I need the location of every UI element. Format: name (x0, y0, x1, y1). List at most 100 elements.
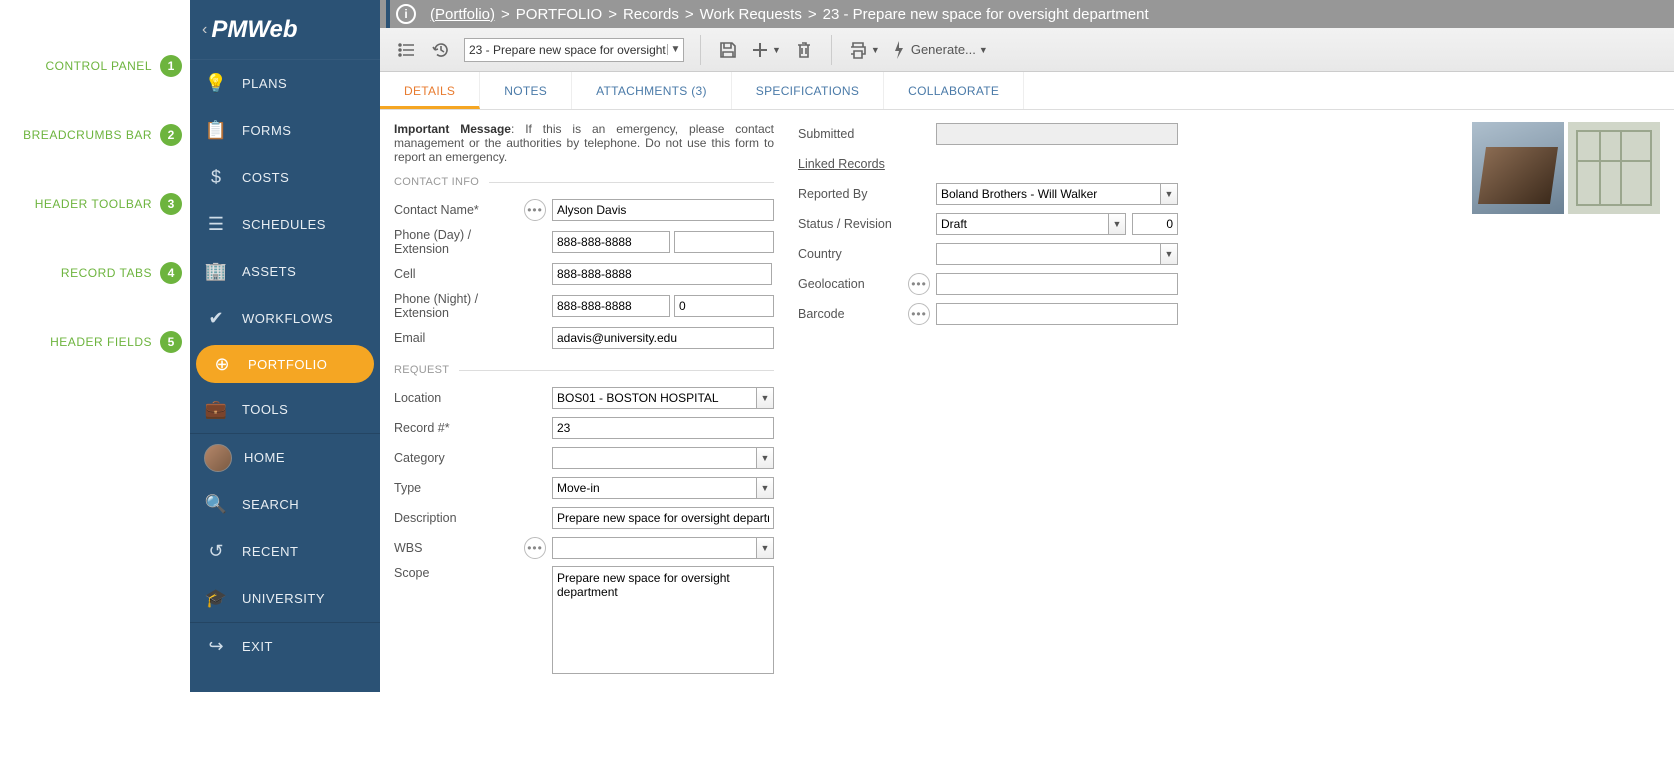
chevron-down-icon[interactable]: ▼ (756, 387, 774, 409)
sidebar-item-tools[interactable]: 💼TOOLS (190, 386, 380, 433)
label-phone-night: Phone (Night) / Extension (394, 292, 524, 320)
sidebar-item-university[interactable]: 🎓UNIVERSITY (190, 575, 380, 622)
sidebar-item-workflows[interactable]: ✔WORKFLOWS (190, 295, 380, 342)
sidebar-item-portfolio[interactable]: ⊕PORTFOLIO (196, 345, 374, 383)
picker-button[interactable]: ••• (524, 199, 546, 221)
annotation-badge: 3 (160, 193, 182, 215)
label-category: Category (394, 451, 524, 465)
tab-collaborate[interactable]: COLLABORATE (884, 72, 1024, 109)
annotation-badge: 5 (160, 331, 182, 353)
collapse-sidebar-icon[interactable]: ‹ (202, 21, 207, 39)
thumbnail-floorplan[interactable] (1568, 122, 1660, 214)
tab-notes[interactable]: NOTES (480, 72, 572, 109)
label-submitted: Submitted (798, 127, 908, 141)
revision-field[interactable] (1132, 213, 1178, 235)
briefcase-icon: 💼 (204, 398, 228, 422)
info-icon[interactable]: i (396, 4, 416, 24)
record-number-field[interactable] (552, 417, 774, 439)
chevron-down-icon[interactable]: ▼ (1108, 213, 1126, 235)
phone-day-field[interactable] (552, 231, 670, 253)
section-request: REQUEST (394, 364, 774, 376)
save-button[interactable] (711, 35, 745, 65)
picker-button[interactable]: ••• (524, 537, 546, 559)
sidebar-item-schedules[interactable]: ☰SCHEDULES (190, 201, 380, 248)
delete-button[interactable] (787, 35, 821, 65)
add-button[interactable]: ▼ (745, 35, 787, 65)
sidebar-item-plans[interactable]: 💡PLANS (190, 60, 380, 107)
chevron-down-icon[interactable]: ▼ (756, 537, 774, 559)
description-field[interactable] (552, 507, 774, 529)
annotation-label: HEADER TOOLBAR (35, 197, 152, 211)
annotation-column: CONTROL PANEL1 BREADCRUMBS BAR2 HEADER T… (0, 0, 190, 692)
label-barcode: Barcode (798, 307, 908, 321)
label-geolocation: Geolocation (798, 277, 908, 291)
category-field[interactable] (552, 447, 756, 469)
tab-attachments[interactable]: ATTACHMENTS (3) (572, 72, 732, 109)
sidebar-item-home[interactable]: HOME (190, 434, 380, 481)
label-reported-by: Reported By (798, 187, 908, 201)
chevron-down-icon[interactable]: ▼ (756, 447, 774, 469)
chevron-down-icon[interactable]: ▼ (1160, 243, 1178, 265)
sidebar-item-forms[interactable]: 📋 FORMS (190, 107, 380, 154)
barcode-field[interactable] (936, 303, 1178, 325)
generate-label: Generate... (911, 42, 976, 57)
phone-day-ext-field[interactable] (674, 231, 774, 253)
history-button[interactable] (424, 35, 458, 65)
country-field[interactable] (936, 243, 1160, 265)
sidebar-item-label: PLANS (242, 76, 287, 91)
sidebar-item-exit[interactable]: ↪EXIT (190, 623, 380, 670)
annotation-badge: 1 (160, 55, 182, 77)
cell-field[interactable] (552, 263, 772, 285)
label-status: Status / Revision (798, 217, 908, 231)
label-contact-name: Contact Name* (394, 203, 524, 217)
scope-field[interactable] (552, 566, 774, 674)
logo-text: PMWeb (211, 16, 297, 44)
picker-button[interactable]: ••• (908, 273, 930, 295)
phone-night-ext-field[interactable] (674, 295, 774, 317)
chevron-down-icon: ▼ (772, 45, 781, 55)
sidebar-item-search[interactable]: 🔍SEARCH (190, 481, 380, 528)
print-button[interactable]: ▼ (842, 35, 886, 65)
generate-button[interactable]: Generate... ▼ (886, 35, 994, 65)
sidebar-item-costs[interactable]: $COSTS (190, 154, 380, 201)
geolocation-field[interactable] (936, 273, 1178, 295)
type-field[interactable] (552, 477, 756, 499)
breadcrumb-root-link[interactable]: (Portfolio) (430, 6, 495, 23)
exit-icon: ↪ (204, 635, 228, 659)
picker-button[interactable]: ••• (908, 303, 930, 325)
clipboard-icon: 📋 (204, 119, 228, 143)
label-phone-day: Phone (Day) / Extension (394, 228, 524, 256)
thumbnail-building[interactable] (1472, 122, 1564, 214)
wbs-field[interactable] (552, 537, 756, 559)
link-linked-records[interactable]: Linked Records (798, 157, 908, 171)
edge-indicator (386, 0, 390, 28)
record-selector[interactable]: 23 - Prepare new space for oversight ▼ (464, 38, 684, 62)
annotation-badge: 4 (160, 262, 182, 284)
sidebar-item-label: HOME (244, 450, 285, 465)
sidebar-item-recent[interactable]: ↺RECENT (190, 528, 380, 575)
location-field[interactable] (552, 387, 756, 409)
dollar-icon: $ (204, 166, 228, 190)
sidebar-item-label: RECENT (242, 544, 298, 559)
email-field[interactable] (552, 327, 774, 349)
reported-by-field[interactable] (936, 183, 1160, 205)
form-content: Important Message: If this is an emergen… (380, 110, 1674, 692)
thumbnail-panel (1202, 122, 1660, 680)
label-location: Location (394, 391, 524, 405)
chevron-down-icon: ▼ (667, 44, 683, 55)
chevron-down-icon[interactable]: ▼ (1160, 183, 1178, 205)
breadcrumb-segment: Work Requests (700, 6, 802, 23)
tab-specifications[interactable]: SPECIFICATIONS (732, 72, 884, 109)
separator (700, 35, 701, 65)
contact-name-field[interactable] (552, 199, 774, 221)
breadcrumb-segment: PORTFOLIO (516, 6, 602, 23)
sidebar-item-assets[interactable]: 🏢ASSETS (190, 248, 380, 295)
phone-night-field[interactable] (552, 295, 670, 317)
chevron-down-icon[interactable]: ▼ (756, 477, 774, 499)
annotation-label: HEADER FIELDS (50, 335, 152, 349)
tab-details[interactable]: DETAILS (380, 72, 480, 109)
list-view-button[interactable] (390, 35, 424, 65)
avatar (204, 444, 232, 472)
status-field[interactable] (936, 213, 1108, 235)
sidebar-item-label: FORMS (242, 123, 291, 138)
